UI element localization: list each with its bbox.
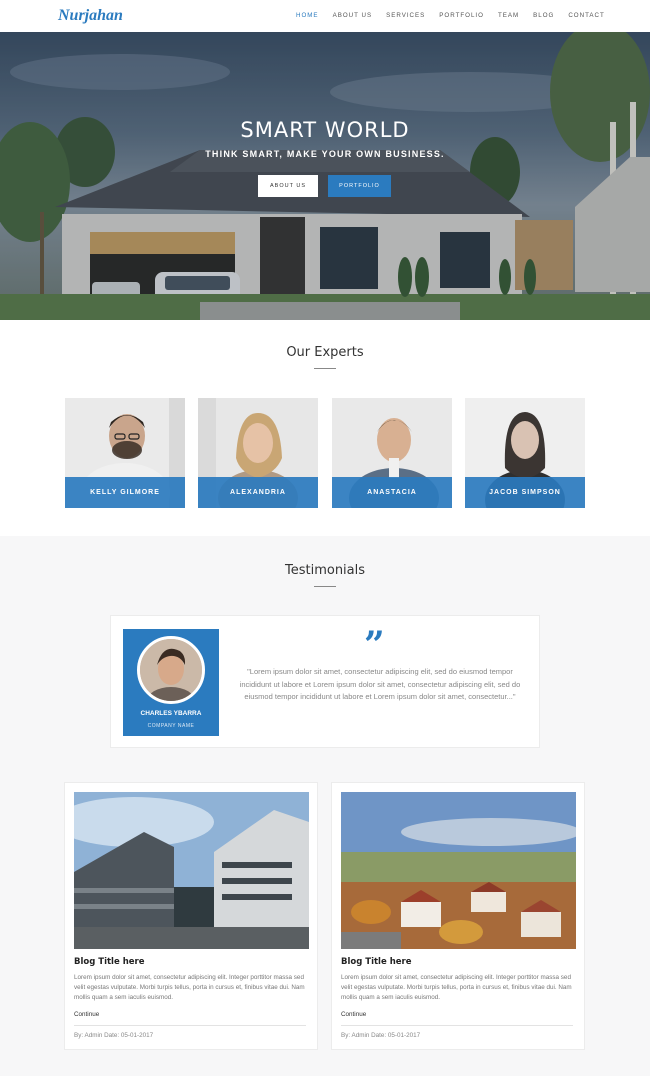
expert-name-2: ALEXANDRIA xyxy=(198,477,318,508)
blog-divider-2 xyxy=(341,1025,573,1026)
blog-title-1[interactable]: Blog Title here xyxy=(74,957,144,967)
blog-excerpt-2: Lorem ipsum dolor sit amet, consectetur … xyxy=(341,974,572,1001)
nav-item-contact[interactable]: CONTACT xyxy=(568,12,604,19)
blog-meta-1: By: Admin Date: 05-01-2017 xyxy=(74,1032,154,1039)
nav-item-about[interactable]: ABOUT US xyxy=(333,12,373,19)
blog-title-2[interactable]: Blog Title here xyxy=(341,957,411,967)
blog-image-1[interactable] xyxy=(74,792,309,949)
navbar: Nurjahan HOME ABOUT US SERVICES PORTFOLI… xyxy=(0,0,650,32)
blog-continue-link-1[interactable]: Continue xyxy=(74,1011,99,1018)
expert-name-3: ANASTACIA xyxy=(332,477,452,508)
blog-card-1[interactable]: Blog Title here Lorem ipsum dolor sit am… xyxy=(64,782,318,1050)
nav-item-services[interactable]: SERVICES xyxy=(386,12,425,19)
testimonial-company: COMPANY NAME xyxy=(147,723,195,729)
site-logo[interactable]: Nurjahan xyxy=(58,7,123,25)
blog-divider-1 xyxy=(74,1025,306,1026)
expert-name-4: JACOB SIMPSON xyxy=(465,477,585,508)
about-us-button[interactable]: ABOUT US xyxy=(258,175,318,197)
blog-image-2[interactable] xyxy=(341,792,576,949)
testimonial-text: "Lorem ipsum dolor sit amet, consectetur… xyxy=(239,667,521,701)
expert-card-2[interactable]: ALEXANDRIA xyxy=(198,398,318,508)
blog-continue-link-2[interactable]: Continue xyxy=(341,1011,366,1018)
testimonial-avatar xyxy=(137,636,205,704)
testimonials-heading-divider xyxy=(314,586,336,587)
nav-item-home[interactable]: HOME xyxy=(296,12,319,19)
quote-icon: ” xyxy=(364,624,385,666)
experts-heading-divider xyxy=(314,368,336,369)
experts-heading: Our Experts xyxy=(286,345,364,360)
hero-banner: SMART WORLD THINK SMART, MAKE YOUR OWN B… xyxy=(0,32,650,320)
expert-card-4[interactable]: JACOB SIMPSON xyxy=(465,398,585,508)
blog-meta-2: By: Admin Date: 05-01-2017 xyxy=(341,1032,421,1039)
nav-item-team[interactable]: TEAM xyxy=(498,12,519,19)
hero-house-illustration xyxy=(0,32,650,320)
village-aerial-image xyxy=(341,792,576,949)
blog-excerpt-1: Lorem ipsum dolor sit amet, consectetur … xyxy=(74,974,305,1001)
testimonials-heading: Testimonials xyxy=(284,563,366,578)
main-menu: HOME ABOUT US SERVICES PORTFOLIO TEAM BL… xyxy=(296,12,619,19)
portfolio-button[interactable]: PORTFOLIO xyxy=(328,175,391,197)
expert-card-1[interactable]: KELLY GILMORE xyxy=(65,398,185,508)
office-building-image xyxy=(74,792,309,949)
blog-card-2[interactable]: Blog Title here Lorem ipsum dolor sit am… xyxy=(331,782,585,1050)
hero-subtitle: THINK SMART, MAKE YOUR OWN BUSINESS. xyxy=(205,149,445,159)
hero-title: SMART WORLD xyxy=(240,118,410,142)
nav-item-portfolio[interactable]: PORTFOLIO xyxy=(439,12,484,19)
expert-card-3[interactable]: ANASTACIA xyxy=(332,398,452,508)
avatar-portrait xyxy=(140,639,202,701)
testimonial-name: CHARLES YBARRA xyxy=(140,710,202,717)
expert-name-1: KELLY GILMORE xyxy=(65,477,185,508)
nav-item-blog[interactable]: BLOG xyxy=(533,12,554,19)
